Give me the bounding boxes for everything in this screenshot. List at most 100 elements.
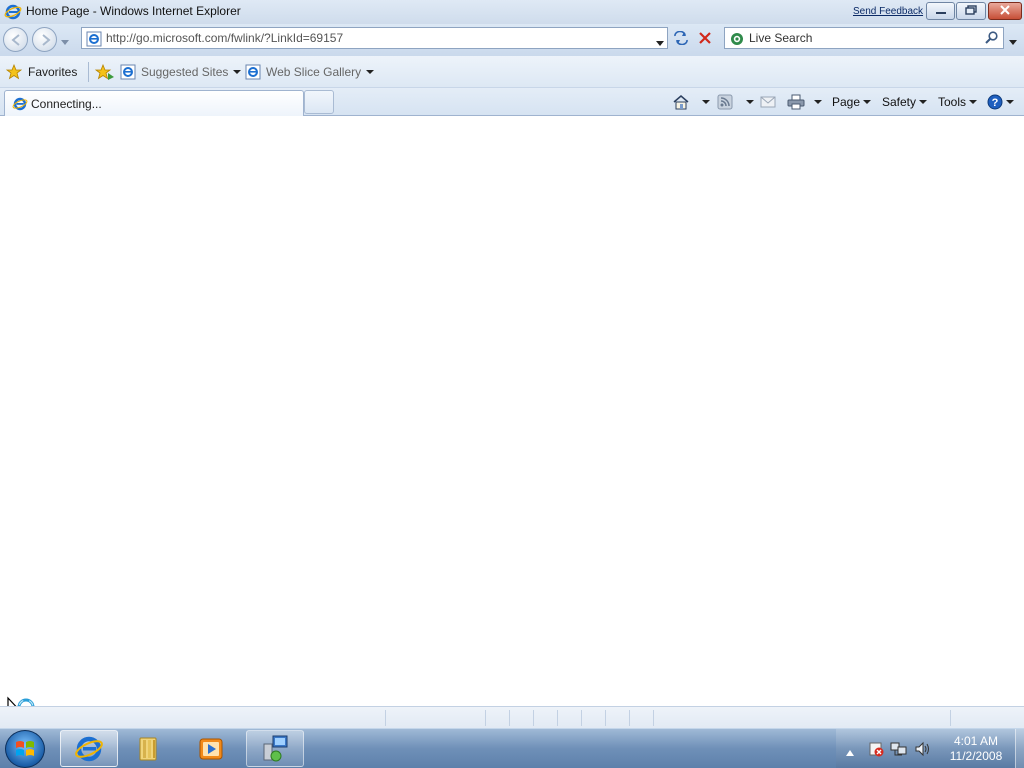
- web-slice-gallery-link[interactable]: Web Slice Gallery: [245, 64, 375, 80]
- tab-label: Connecting...: [31, 97, 102, 111]
- tools-menu[interactable]: Tools: [938, 92, 978, 112]
- status-separator: [950, 710, 951, 726]
- status-bar: [0, 706, 1024, 728]
- chevron-down-icon: [1006, 100, 1014, 104]
- favorites-bar: Favorites Suggested Sites Web Slice Gall…: [0, 56, 1024, 88]
- safety-menu[interactable]: Safety: [882, 92, 928, 112]
- system-clock[interactable]: 4:01 AM 11/2/2008: [940, 734, 1012, 764]
- internet-explorer-icon: [75, 736, 103, 761]
- taskbar-media-player[interactable]: [182, 730, 240, 767]
- status-separator: [533, 710, 534, 726]
- favorites-separator: [88, 62, 89, 82]
- stop-button[interactable]: [694, 27, 716, 49]
- show-hidden-icons-button[interactable]: [846, 745, 854, 759]
- address-bar[interactable]: [81, 27, 668, 49]
- chevron-down-icon: [656, 41, 664, 46]
- ie-page-icon: [245, 64, 261, 80]
- back-button[interactable]: [3, 27, 28, 52]
- chevron-down-icon[interactable]: [746, 100, 754, 104]
- web-slice-gallery-label: Web Slice Gallery: [266, 65, 362, 79]
- recent-pages-dropdown[interactable]: [61, 34, 69, 48]
- page-menu[interactable]: Page: [832, 92, 872, 112]
- close-button[interactable]: [988, 2, 1022, 20]
- taskbar: 4:01 AM 11/2/2008: [0, 728, 1024, 768]
- minimize-icon: [935, 4, 947, 18]
- search-icon[interactable]: [985, 31, 999, 48]
- chevron-down-icon: [969, 100, 978, 104]
- back-arrow-icon: [11, 34, 20, 46]
- chevron-down-icon: [61, 40, 69, 45]
- safety-menu-label: Safety: [882, 95, 917, 109]
- add-to-favorites-bar-button[interactable]: [94, 63, 114, 84]
- status-separator: [485, 710, 486, 726]
- page-menu-label: Page: [832, 95, 861, 109]
- tab-connecting[interactable]: Connecting...: [4, 90, 304, 116]
- minimize-button[interactable]: [926, 2, 955, 20]
- refresh-button[interactable]: [670, 27, 692, 49]
- volume-icon[interactable]: [914, 741, 930, 760]
- taskbar-file-explorer[interactable]: [120, 730, 178, 767]
- add-favorite-icon: [94, 63, 114, 80]
- address-input[interactable]: [106, 30, 646, 46]
- tools-menu-label: Tools: [938, 95, 967, 109]
- restore-icon: [965, 4, 977, 18]
- suggested-sites-link[interactable]: Suggested Sites: [120, 64, 242, 80]
- printer-icon: [787, 94, 805, 110]
- search-box[interactable]: [724, 27, 1004, 49]
- favorites-label: Favorites: [28, 65, 78, 79]
- taskbar-network-program[interactable]: [246, 730, 304, 767]
- close-icon: [999, 4, 1011, 18]
- svg-text:?: ?: [992, 97, 999, 109]
- network-status-icon[interactable]: [890, 741, 908, 760]
- chevron-down-icon[interactable]: [814, 100, 822, 104]
- status-separator: [385, 710, 386, 726]
- folder-library-icon: [139, 737, 157, 760]
- read-mail-button[interactable]: [760, 92, 776, 112]
- ie-logo-icon: [4, 3, 22, 24]
- ie-page-icon: [120, 64, 136, 80]
- chevron-down-icon: [1009, 40, 1017, 45]
- feeds-button[interactable]: [717, 92, 754, 112]
- stop-icon: [699, 32, 711, 44]
- forward-arrow-icon: [42, 34, 51, 46]
- start-button[interactable]: [5, 730, 45, 768]
- ie-page-icon: [86, 31, 102, 50]
- search-input[interactable]: [749, 30, 979, 46]
- status-separator: [509, 710, 510, 726]
- tab-bar: Connecting... Page Safety Tools ?: [0, 88, 1024, 116]
- address-history-dropdown[interactable]: [656, 35, 664, 49]
- favorites-button[interactable]: Favorites: [6, 63, 77, 81]
- notification-area: 4:01 AM 11/2/2008: [836, 729, 1024, 768]
- ie-logo-icon: [12, 96, 28, 115]
- send-feedback-link[interactable]: Send Feedback: [853, 6, 923, 17]
- restore-button[interactable]: [956, 2, 986, 20]
- network-computer-icon: [263, 735, 288, 761]
- chevron-down-icon: [863, 100, 872, 104]
- chevron-down-icon: [366, 70, 375, 74]
- page-content[interactable]: [0, 116, 1024, 725]
- help-icon: ?: [987, 94, 1003, 110]
- help-menu[interactable]: ?: [987, 92, 1014, 112]
- forward-button[interactable]: [32, 27, 57, 52]
- status-separator: [629, 710, 630, 726]
- new-tab-button[interactable]: [304, 90, 334, 114]
- mail-icon: [760, 96, 776, 108]
- status-separator: [605, 710, 606, 726]
- refresh-icon: [674, 31, 688, 45]
- taskbar-internet-explorer[interactable]: [60, 730, 118, 767]
- navigation-bar: [0, 24, 1024, 56]
- chevron-down-icon[interactable]: [702, 100, 710, 104]
- title-bar[interactable]: Home Page - Windows Internet Explorer Se…: [0, 0, 1024, 24]
- clock-time: 4:01 AM: [953, 734, 999, 748]
- rss-feed-icon: [717, 94, 733, 110]
- status-separator: [557, 710, 558, 726]
- home-button[interactable]: [672, 92, 710, 112]
- search-providers-dropdown[interactable]: [1009, 34, 1017, 48]
- show-desktop-button[interactable]: [1015, 729, 1024, 768]
- chevron-down-icon: [919, 100, 928, 104]
- media-player-icon: [199, 738, 223, 759]
- action-center-icon[interactable]: [868, 741, 884, 760]
- suggested-sites-label: Suggested Sites: [141, 65, 229, 79]
- print-button[interactable]: [787, 92, 822, 112]
- chevron-down-icon: [233, 70, 242, 74]
